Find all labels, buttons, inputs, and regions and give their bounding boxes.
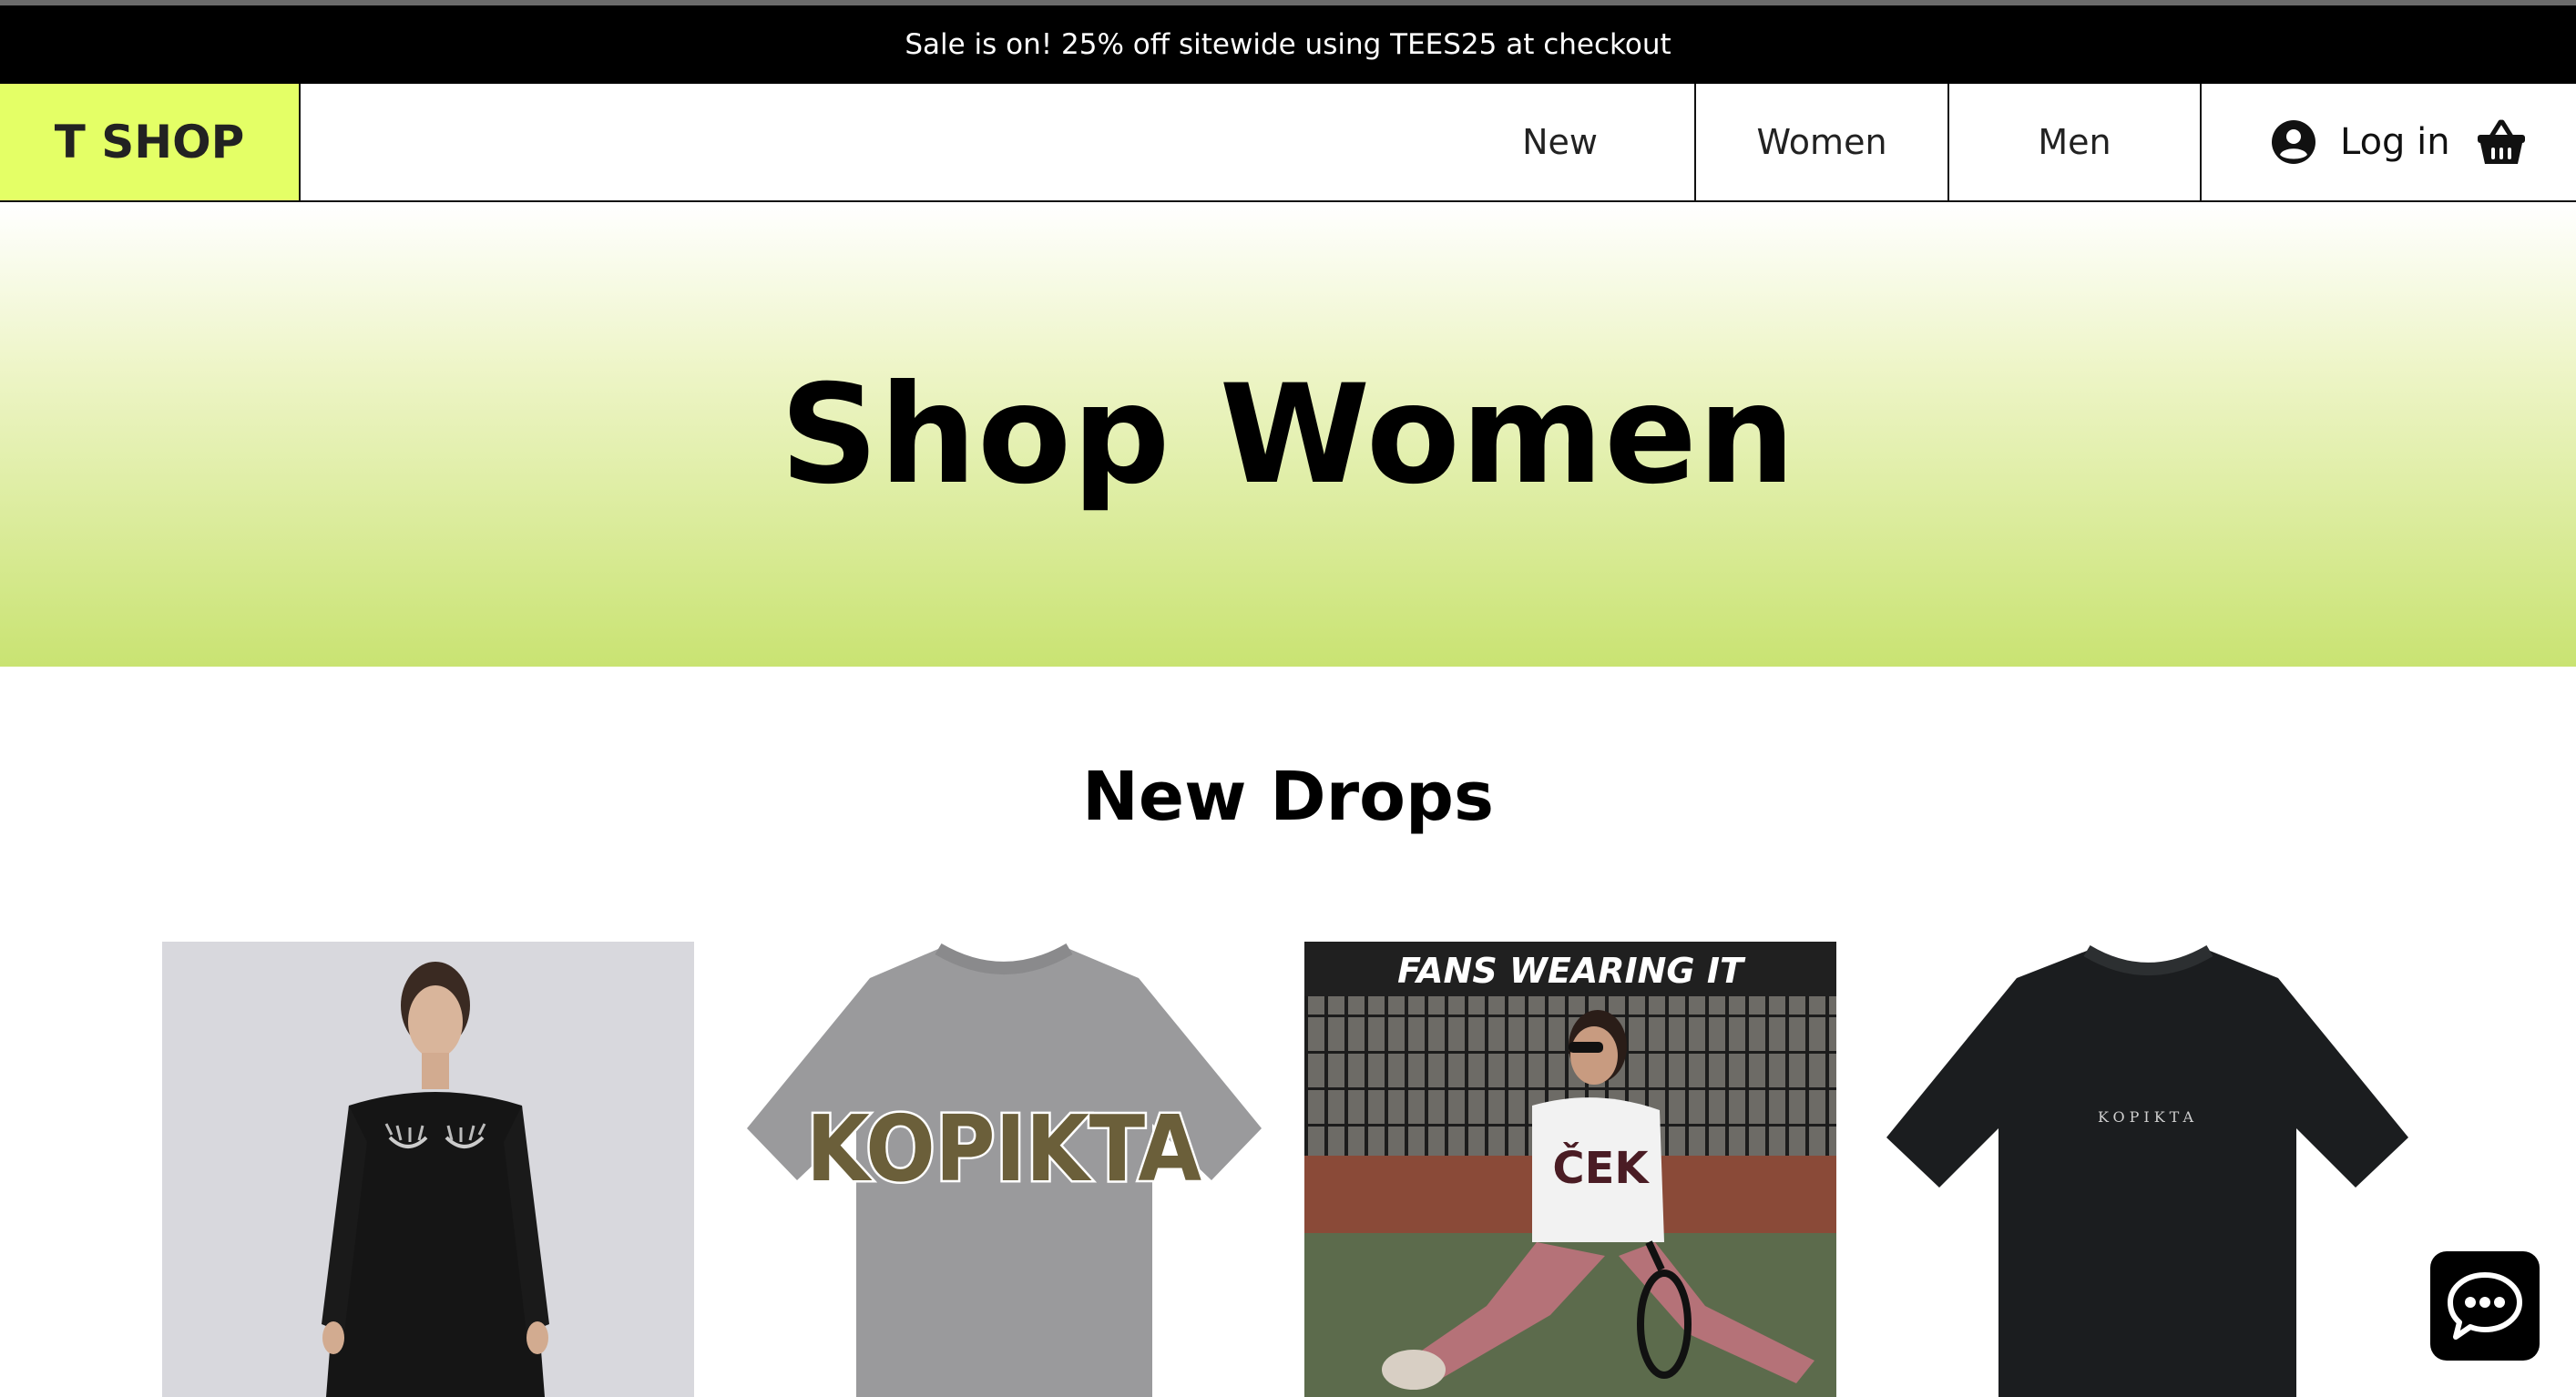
shop-logo[interactable]: T SHOP (0, 84, 301, 200)
chat-button[interactable] (2430, 1251, 2540, 1361)
product-card[interactable] (162, 942, 694, 1397)
product-image-fan-photo: ČEK FANS WEARING IT (1304, 942, 1836, 1397)
site-header: T SHOP New Women Men Log in (0, 84, 2576, 202)
page-title: Shop Women (780, 356, 1796, 515)
fan-shirt-text: ČEK (1552, 1142, 1650, 1194)
product-image-grey-tshirt: KOPIKTA (738, 942, 1270, 1397)
product-card[interactable]: ČEK FANS WEARING IT (1304, 942, 1836, 1397)
chat-bubble-icon (2448, 1272, 2522, 1340)
header-spacer (301, 84, 1166, 200)
account-circle-icon (2272, 120, 2315, 164)
fan-photo-overlay-text: FANS WEARING IT (1397, 951, 1746, 991)
tshirt-print-text: KOPIKTA (806, 1096, 1201, 1202)
nav-new[interactable]: New (1166, 84, 1694, 200)
login-label: Log in (2340, 121, 2450, 163)
announcement-text: Sale is on! 25% off sitewide using TEES2… (905, 28, 1671, 61)
product-card[interactable]: KOPIKTA (738, 942, 1270, 1397)
nav-men[interactable]: Men (1947, 84, 2200, 200)
product-image-black-tshirt: KOPIKTA (1882, 942, 2414, 1397)
tshirt-logo-text: KOPIKTA (2098, 1108, 2198, 1126)
account-area: Log in (2200, 84, 2576, 200)
section-title: New Drops (1081, 758, 1495, 836)
product-image-sweatshirt-dress (162, 942, 694, 1397)
basket-icon (2477, 119, 2525, 164)
hero-banner: Shop Women (0, 204, 2576, 667)
login-link[interactable]: Log in (2271, 119, 2450, 165)
cart-button[interactable] (2476, 118, 2527, 166)
product-grid: KOPIKTA ČEK FANS WEARING IT KOPIKTA (0, 942, 2576, 1397)
product-card[interactable]: KOPIKTA (1882, 942, 2414, 1397)
announcement-bar: Sale is on! 25% off sitewide using TEES2… (0, 5, 2576, 84)
nav-women[interactable]: Women (1694, 84, 1947, 200)
